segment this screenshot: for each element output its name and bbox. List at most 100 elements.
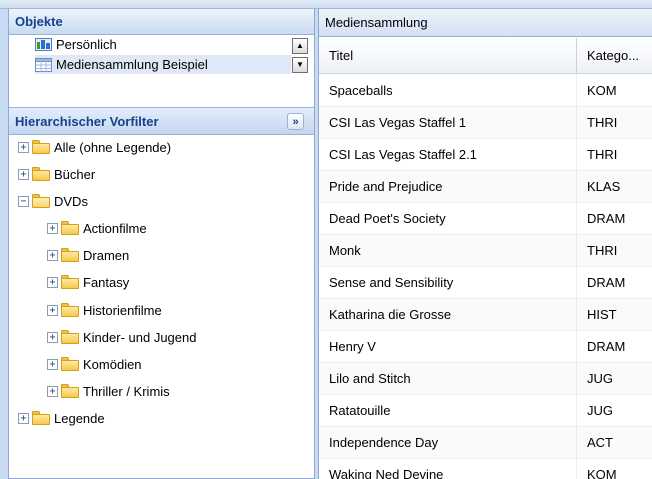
tree-node-label: Alle (ohne Legende) <box>54 139 172 155</box>
object-item-mediensammlung[interactable]: Mediensammlung Beispiel <box>35 55 291 74</box>
cell-category: DRAM <box>587 339 626 354</box>
cell-title: Ratatouille <box>319 395 577 426</box>
folder-icon <box>32 167 50 181</box>
expand-icon[interactable]: + <box>47 358 58 370</box>
table-row[interactable]: Monk THRI <box>319 235 652 267</box>
table-row[interactable]: Dead Poet's Society DRAM <box>319 203 652 235</box>
open-folder-icon <box>32 194 50 208</box>
folder-icon <box>61 221 79 235</box>
objects-list: Persönlich Mediensammlung Beispiel ▲ ▼ <box>9 35 314 99</box>
tree-node-fantasy[interactable]: + Fantasy <box>47 272 129 292</box>
scroll-up-button[interactable]: ▲ <box>292 38 308 54</box>
cell-title: Pride and Prejudice <box>319 171 577 202</box>
cell-title: Katharina die Grosse <box>319 299 577 330</box>
cell-category: DRAM <box>587 275 626 290</box>
table-row[interactable]: Waking Ned Devine KOM <box>319 459 652 479</box>
grid-body: Spaceballs KOM CSI Las Vegas Staffel 1 THR… <box>319 75 652 479</box>
table-row[interactable]: Spaceballs KOM <box>319 75 652 107</box>
cell-title: CSI Las Vegas Staffel 2.1 <box>319 139 577 170</box>
tree-node-label: Thriller / Krimis <box>83 383 170 399</box>
table-row[interactable]: CSI Las Vegas Staffel 1 THRI <box>319 107 652 139</box>
column-header-titel[interactable]: Titel <box>319 38 577 73</box>
cell-category: THRI <box>587 115 618 130</box>
cell-category: JUG <box>587 403 613 418</box>
table-row[interactable]: Sense and Sensibility DRAM <box>319 267 652 299</box>
table-row[interactable]: Katharina die Grosse HIST <box>319 299 652 331</box>
cell-title: Spaceballs <box>319 75 577 106</box>
cell-category: DRAM <box>587 211 626 226</box>
tree-node-komoedien[interactable]: + Komödien <box>47 354 142 374</box>
table-row[interactable]: CSI Las Vegas Staffel 2.1 THRI <box>319 139 652 171</box>
cell-category: THRI <box>587 243 618 258</box>
expand-icon[interactable]: + <box>18 141 29 153</box>
tree-node-historienfilme[interactable]: + Historienfilme <box>47 300 162 320</box>
objects-panel-header: Objekte <box>9 9 314 35</box>
folder-icon <box>61 275 79 289</box>
table-row[interactable]: Henry V DRAM <box>319 331 652 363</box>
cell-category: ACT <box>587 435 613 450</box>
object-item-persoenlich[interactable]: Persönlich <box>35 35 291 54</box>
tree-node-kinder-jugend[interactable]: + Kinder- und Jugend <box>47 327 196 347</box>
tree-node-label: Actionfilme <box>83 220 147 236</box>
tree-node-label: Komödien <box>83 356 142 372</box>
cell-title: CSI Las Vegas Staffel 1 <box>319 107 577 138</box>
objects-panel-title: Objekte <box>15 14 63 29</box>
table-row[interactable]: Lilo and Stitch JUG <box>319 363 652 395</box>
tree-node-label: Legende <box>54 410 105 426</box>
expand-icon[interactable]: + <box>47 331 58 343</box>
expand-icon[interactable]: + <box>18 168 29 180</box>
cell-title: Waking Ned Devine <box>319 459 577 479</box>
tree-node-thriller-krimis[interactable]: + Thriller / Krimis <box>47 381 170 401</box>
expand-icon[interactable]: + <box>18 412 29 424</box>
cell-title: Lilo and Stitch <box>319 363 577 394</box>
media-panel: Mediensammlung Titel Katego... Spaceball… <box>318 9 652 479</box>
expand-icon[interactable]: + <box>47 222 58 234</box>
cell-category: HIST <box>587 307 617 322</box>
folder-icon <box>61 330 79 344</box>
tree-node-actionfilme[interactable]: + Actionfilme <box>47 218 147 238</box>
database-icon <box>35 38 52 51</box>
tree-node-label: Dramen <box>83 247 130 263</box>
table-row[interactable]: Pride and Prejudice KLAS <box>319 171 652 203</box>
cell-title: Independence Day <box>319 427 577 458</box>
filter-panel-header: Hierarchischer Vorfilter » <box>9 107 314 135</box>
tree-node-label: Fantasy <box>83 274 130 290</box>
table-row[interactable]: Ratatouille JUG <box>319 395 652 427</box>
expand-icon[interactable]: + <box>47 276 58 288</box>
double-chevron-down-icon: » <box>292 115 299 128</box>
folder-icon <box>61 303 79 317</box>
tree-node-label: Historienfilme <box>83 302 162 318</box>
folder-icon <box>32 411 50 425</box>
collapse-button[interactable]: » <box>287 113 304 130</box>
object-item-label: Persönlich <box>56 37 117 52</box>
tree-node-buecher[interactable]: + Bücher <box>18 164 95 184</box>
cell-category: THRI <box>587 147 618 162</box>
expand-icon[interactable]: + <box>47 249 58 261</box>
cell-category: KOM <box>587 83 617 98</box>
folder-icon <box>61 357 79 371</box>
tree-node-legende[interactable]: + Legende <box>18 408 105 428</box>
cell-category: JUG <box>587 371 613 386</box>
column-header-kategorie[interactable]: Katego... <box>577 38 652 73</box>
top-strip <box>0 0 652 9</box>
cell-category: KLAS <box>587 179 621 194</box>
cell-title: Monk <box>319 235 577 266</box>
table-row[interactable]: Independence Day ACT <box>319 427 652 459</box>
cell-title: Sense and Sensibility <box>319 267 577 298</box>
tree-node-label: Bücher <box>54 166 96 182</box>
collapse-icon[interactable]: − <box>18 195 29 207</box>
expand-icon[interactable]: + <box>47 385 58 397</box>
tree-node-alle[interactable]: + Alle (ohne Legende) <box>18 137 171 157</box>
tree-node-label: DVDs <box>54 193 88 209</box>
folder-icon <box>61 248 79 262</box>
tree-node-dvds[interactable]: − DVDs <box>18 191 88 211</box>
tree-node-dramen[interactable]: + Dramen <box>47 245 129 265</box>
scroll-down-button[interactable]: ▼ <box>292 57 308 73</box>
tree-node-label: Kinder- und Jugend <box>83 329 197 345</box>
expand-icon[interactable]: + <box>47 304 58 316</box>
media-panel-title: Mediensammlung <box>325 15 428 30</box>
media-panel-header: Mediensammlung <box>319 9 652 37</box>
window-edge <box>0 9 8 479</box>
grid-header: Titel Katego... <box>319 38 652 74</box>
cell-title: Dead Poet's Society <box>319 203 577 234</box>
